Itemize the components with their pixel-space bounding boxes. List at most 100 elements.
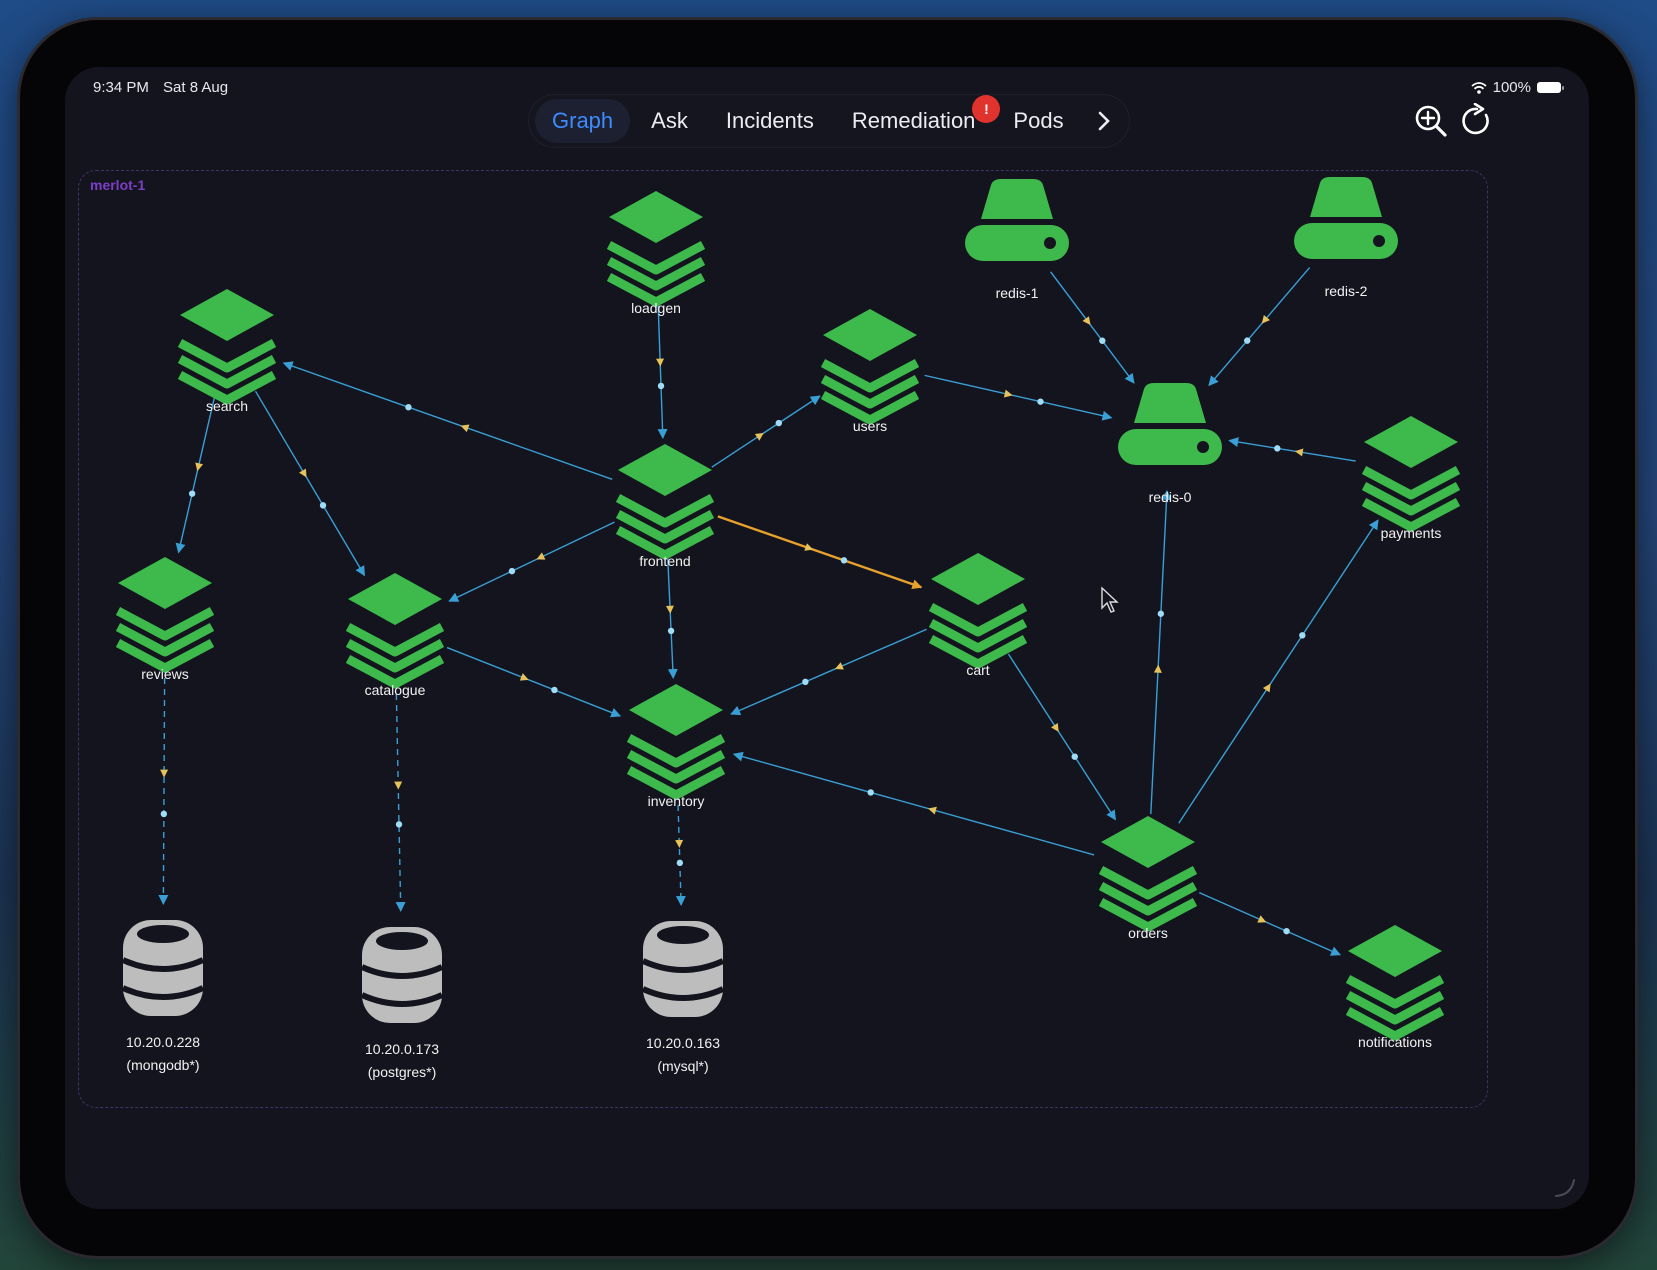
edge-traffic-dot [395, 821, 403, 828]
edge-line [732, 751, 1095, 856]
edge-traffic-dot [775, 419, 783, 427]
edge-orders-notifications [1198, 891, 1342, 956]
edge-direction-marker [519, 673, 529, 681]
node-redis-0[interactable]: redis-0 [1118, 383, 1222, 505]
node-cart[interactable]: cart [928, 553, 1028, 678]
edge-line [730, 628, 927, 716]
edge-direction-marker [1003, 389, 1013, 398]
node-label: redis-1 [996, 285, 1039, 301]
node-label: loadgen [631, 300, 681, 316]
node-mysql[interactable]: 10.20.0.163 (mysql*) [641, 921, 725, 1074]
edge-direction-marker [675, 839, 684, 848]
node-mongodb[interactable]: 10.20.0.228 (mongodb*) [121, 920, 205, 1073]
node-label: search [206, 398, 248, 414]
edge-orders-payments [1178, 519, 1379, 824]
nodes-layer: loadgen search users frontend reviews catalog… [115, 177, 1461, 1080]
edge-traffic-dot [1244, 337, 1251, 344]
edge-traffic-dot [188, 490, 196, 497]
redis-drive-icon [1294, 177, 1398, 259]
node-postgres[interactable]: 10.20.0.173 (postgres*) [360, 927, 444, 1080]
edge-direction-marker [754, 432, 764, 441]
service-graph[interactable]: loadgen search users frontend reviews catalog… [65, 67, 1589, 1209]
edge-direction-marker [834, 662, 844, 670]
node-label: cart [966, 662, 989, 678]
edge-line [666, 553, 678, 680]
edge-direction-marker [928, 806, 937, 815]
edge-frontend-search [282, 361, 613, 480]
node-label: redis-2 [1325, 283, 1368, 299]
edge-direction-marker [536, 552, 546, 560]
edge-direction-marker [656, 358, 665, 367]
node-label: notifications [1358, 1034, 1432, 1050]
service-stack-icon [1361, 416, 1461, 532]
edge-traffic-dot [840, 557, 848, 564]
service-stack-icon [115, 557, 215, 673]
edge-direction-marker [1051, 723, 1059, 732]
service-stack-icon [606, 191, 706, 307]
node-label: inventory [648, 793, 705, 809]
edge-frontend-cart [717, 515, 923, 590]
edge-direction-marker [460, 424, 470, 433]
edge-orders-redis-0 [1150, 489, 1172, 815]
database-icon [641, 921, 725, 1017]
edge-direction-marker [195, 462, 204, 472]
edge-traffic-dot [667, 627, 675, 635]
edge-traffic-dot [802, 678, 809, 686]
edge-inventory-mysql [675, 793, 686, 907]
edge-traffic-dot [551, 686, 558, 694]
node-users[interactable]: users [820, 309, 920, 434]
edge-redis-2-redis-0 [1208, 267, 1311, 387]
edge-direction-marker [160, 769, 169, 778]
edge-cart-orders [1007, 653, 1117, 821]
edge-line [1208, 267, 1311, 387]
node-loadgen[interactable]: loadgen [606, 191, 706, 316]
node-redis-2[interactable]: redis-2 [1294, 177, 1398, 299]
node-label: orders [1128, 925, 1168, 941]
node-reviews[interactable]: reviews [115, 557, 215, 682]
node-sublabel: (mongodb*) [126, 1057, 199, 1073]
edge-traffic-dot [1274, 445, 1281, 452]
edge-traffic-dot [867, 789, 874, 796]
edge-line [1007, 653, 1117, 821]
service-stack-icon [177, 289, 277, 405]
database-icon [360, 927, 444, 1023]
edge-traffic-dot [508, 567, 516, 575]
edge-direction-marker [1257, 915, 1267, 923]
edge-loadgen-frontend [656, 300, 668, 440]
edge-search-reviews [175, 397, 216, 554]
node-redis-1[interactable]: redis-1 [965, 179, 1069, 301]
edge-line [1228, 437, 1356, 462]
database-icon [121, 920, 205, 1016]
edge-line [254, 390, 366, 577]
node-inventory[interactable]: inventory [626, 684, 726, 809]
edge-line [1050, 271, 1135, 384]
service-stack-icon [626, 684, 726, 800]
resize-handle-icon[interactable] [1553, 1175, 1577, 1199]
edge-direction-marker [1153, 664, 1162, 673]
edge-traffic-dot [405, 404, 412, 411]
edge-traffic-dot [1037, 398, 1044, 405]
app-screen: 9:34 PM Sat 8 Aug 100% Graph Ask Inciden… [65, 67, 1589, 1209]
node-search[interactable]: search [177, 289, 277, 414]
node-sublabel: (mysql*) [657, 1058, 708, 1074]
node-label: frontend [639, 553, 690, 569]
node-label: catalogue [365, 682, 426, 698]
node-frontend[interactable]: frontend [615, 444, 715, 569]
edge-line [1178, 519, 1379, 824]
edge-direction-marker [1262, 683, 1271, 693]
node-catalogue[interactable]: catalogue [345, 573, 445, 698]
edge-direction-marker [665, 605, 674, 614]
edge-traffic-dot [1099, 337, 1106, 344]
node-orders[interactable]: orders [1098, 816, 1198, 941]
service-stack-icon [1098, 816, 1198, 932]
node-payments[interactable]: payments [1361, 416, 1461, 541]
node-sublabel: (postgres*) [368, 1064, 436, 1080]
node-label: reviews [141, 666, 188, 682]
node-notifications[interactable]: notifications [1345, 925, 1445, 1050]
edge-users-redis-0 [924, 374, 1113, 421]
service-stack-icon [615, 444, 715, 560]
node-label: 10.20.0.228 [126, 1034, 200, 1050]
edge-line [657, 300, 668, 440]
edge-line [924, 374, 1113, 421]
edge-traffic-dot [160, 810, 168, 818]
